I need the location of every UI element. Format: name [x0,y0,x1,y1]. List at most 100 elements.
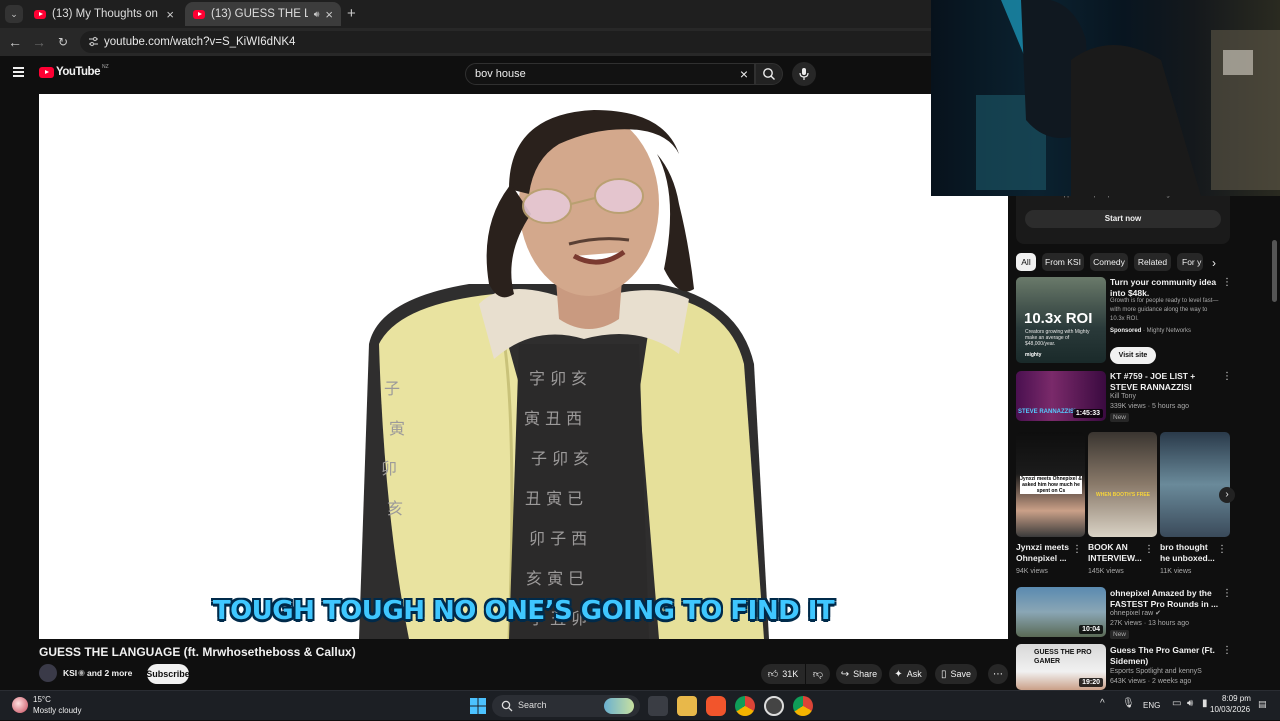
chrome-profile-icon[interactable] [793,696,813,716]
clock-date[interactable]: 10/03/2026 [1210,705,1250,714]
site-info-icon[interactable] [88,36,99,47]
tab-title: (13) My Thoughts on THE BOV [52,8,160,20]
search-icon [501,700,513,712]
start-now-button[interactable]: Start now [1025,210,1221,228]
search-input[interactable]: bov house × [465,63,755,85]
ad-thumbnail[interactable]: 10.3x ROI Creators growing with Mighty m… [1016,277,1106,363]
short-views: 94K views [1016,568,1048,575]
language-indicator[interactable]: ENG [1143,701,1160,710]
weather-widget[interactable]: 15°C Mostly cloudy [12,694,132,718]
video-title[interactable]: ohnepixel Amazed by the FASTEST Pro Roun… [1110,588,1222,609]
channel-avatar[interactable] [39,664,57,682]
save-button[interactable]: ▯ Save [935,664,977,684]
video-channel[interactable]: Kill Tony [1110,392,1136,402]
windows-start-icon[interactable] [468,696,488,716]
page-scrollbar[interactable] [1272,240,1277,302]
url-bar[interactable]: youtube.com/watch?v=S_KiWI6dNK4 [80,31,940,53]
microphone-icon[interactable]: 🎙︎ [1122,698,1135,709]
short-title[interactable]: Jynxzi meets Ohnepixel ... [1016,542,1072,563]
youtube-logo[interactable]: YouTube NZ [39,64,109,78]
taskbar-search[interactable]: Search [492,695,640,717]
reload-icon[interactable]: ↻ [55,34,71,50]
chip-related[interactable]: Related [1134,253,1171,271]
channel-name[interactable]: KSI [63,668,77,678]
video-title[interactable]: Guess The Pro Gamer (Ft. Sidemen) [1110,645,1222,666]
battery-icon[interactable]: ▮ [1202,698,1208,709]
thumb-text: STEVE RANNAZZISI [1018,409,1076,415]
menu-icon[interactable] [13,67,24,77]
short-thumb-text: Jynxzi meets Ohnepixel & asked him how m… [1020,476,1082,494]
chrome-icon[interactable] [735,696,755,716]
more-actions-button[interactable]: ⋯ [988,664,1008,684]
short-views: 145K views [1088,568,1124,575]
chip-comedy[interactable]: Comedy [1090,253,1128,271]
close-tab-icon[interactable]: × [166,7,174,22]
video-title[interactable]: KT #759 - JOE LIST + STEVE RANNAZZISI [1110,371,1222,392]
visit-site-button[interactable]: Visit site [1110,347,1156,364]
more-horizontal-icon: ⋯ [993,668,1003,680]
svg-text:子: 子 [384,379,400,398]
new-badge: New [1110,630,1130,639]
browser-tab-active[interactable]: (13) GUESS THE LANGUAGE 🔊︎ × [185,2,341,26]
network-icon[interactable]: ▭ [1172,698,1181,709]
task-view-icon[interactable] [648,696,668,716]
speaker-icon[interactable]: 🔊︎ [314,9,320,20]
sparkle-icon: ✦ [894,668,903,680]
voice-search-button[interactable] [792,62,816,86]
video-caption: TOUGH TOUGH NO ONE’S GOING TO FIND IT [212,596,835,626]
tab-search-icon[interactable]: ⌄ [5,5,23,23]
video-thumbnail[interactable]: GUESS THE PRO GAMER 19:20 [1016,644,1106,690]
short-thumbnail[interactable]: WHEN BOOTH'S FREE [1088,432,1157,537]
video-channel-name: ohnepixel raw [1110,610,1154,617]
video-thumbnail[interactable]: 10:04 [1016,587,1106,637]
more-vert-icon[interactable]: ⋮ [1072,545,1082,555]
chip-all[interactable]: All [1016,253,1036,271]
chip-from-ksi[interactable]: From KSI [1042,253,1084,271]
weather-desc: Mostly cloudy [33,706,82,715]
video-player[interactable]: 字 卯 亥寅 丑 西子 卯 亥丑 寅 已卯 子 西亥 寅 巳子 丑 卯 子寅卯亥… [39,94,1008,639]
brave-browser-icon[interactable] [706,696,726,716]
short-thumbnail[interactable]: Jynxzi meets Ohnepixel & asked him how m… [1016,432,1085,537]
video-channel[interactable]: Esports Spotlight and kennyS [1110,667,1202,677]
more-vert-icon[interactable]: ⋮ [1222,646,1232,656]
back-arrow-icon[interactable]: ← [7,34,23,50]
obs-icon[interactable] [764,696,784,716]
video-channel[interactable]: ohnepixel raw ✔ [1110,609,1161,619]
video-thumbnail[interactable]: STEVE RANNAZZISI 1:45:33 [1016,371,1106,421]
dislike-button[interactable]: 👎︎ [806,664,830,684]
chip-for-you[interactable]: For y [1177,253,1203,271]
shorts-next-button[interactable]: › [1219,487,1235,503]
ad-sponsor-line: Sponsored · Mighty Networks [1110,326,1191,336]
share-button[interactable]: ↪ Share [836,664,882,684]
new-tab-button[interactable]: + [347,5,356,22]
clock-time[interactable]: 8:09 pm [1222,694,1251,703]
clear-search-icon[interactable]: × [740,66,748,82]
more-vert-icon[interactable]: ⋮ [1222,372,1232,382]
ask-button[interactable]: ✦ Ask [889,664,927,684]
more-vert-icon[interactable]: ⋮ [1222,278,1232,288]
close-tab-icon[interactable]: × [325,7,333,22]
video-frame-person: 字 卯 亥寅 丑 西子 卯 亥丑 寅 已卯 子 西亥 寅 巳子 丑 卯 子寅卯亥 [359,110,769,639]
short-thumbnail[interactable] [1160,432,1230,537]
more-vert-icon[interactable]: ⋮ [1144,545,1154,555]
browser-tab[interactable]: (13) My Thoughts on THE BOV × [26,2,182,26]
file-explorer-icon[interactable] [677,696,697,716]
search-button[interactable] [755,63,783,85]
notification-icon[interactable]: ▤ [1258,699,1267,710]
volume-icon[interactable]: 🔊︎ [1187,698,1193,709]
chevron-right-icon[interactable]: › [1212,256,1216,270]
ad-title[interactable]: Turn your community idea into $48k. [1110,277,1222,298]
channel-more[interactable]: and 2 more [87,668,132,678]
like-count: 31K [782,669,799,679]
more-vert-icon[interactable]: ⋮ [1222,589,1232,599]
short-title[interactable]: BOOK AN INTERVIEW... [1088,542,1144,563]
subscribe-button[interactable]: Subscribe [146,664,190,684]
more-vert-icon[interactable]: ⋮ [1217,545,1227,555]
search-icon [763,68,775,80]
short-title[interactable]: bro thought he unboxed... [1160,542,1216,563]
show-hidden-icons[interactable]: ^ [1100,698,1105,709]
forward-arrow-icon[interactable]: → [31,34,47,50]
weather-icon [12,697,28,713]
like-button[interactable]: 👍︎ 31K [761,664,805,684]
youtube-favicon-icon [193,9,205,19]
